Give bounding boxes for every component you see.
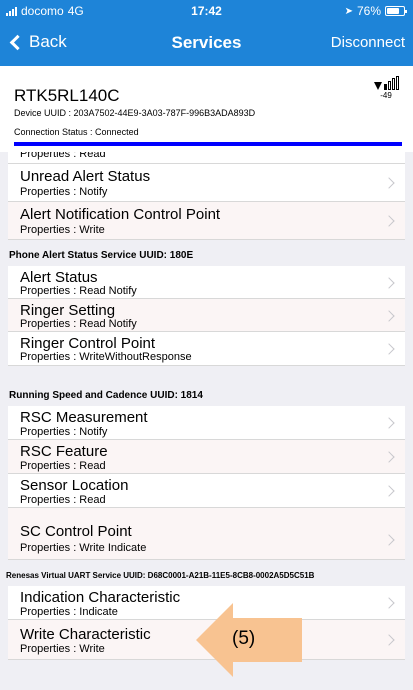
chevron-right-icon <box>383 451 395 463</box>
rssi-indicator: -49 <box>372 76 400 100</box>
service-header: Renesas Virtual UART Service UUID: D68C0… <box>0 566 413 586</box>
device-name: RTK5RL140C <box>14 86 120 105</box>
device-uuid: Device UUID : 203A7502-44E9-3A03-787F-99… <box>14 108 256 118</box>
status-right: ➤ 76% <box>344 4 407 18</box>
chevron-right-icon <box>383 215 395 227</box>
characteristic-name: Unread Alert Status <box>20 168 151 185</box>
battery-percent: 76% <box>356 4 381 18</box>
list-item[interactable]: RSC Measurement Properties : Notify <box>8 406 405 440</box>
signal-strength-icon <box>372 76 400 90</box>
chevron-right-icon <box>383 597 395 609</box>
characteristic-name: Ringer Control Point <box>20 335 156 352</box>
list-item[interactable]: Alert Notification Control Point Propert… <box>8 202 405 240</box>
characteristic-properties: Properties : Read <box>20 494 106 506</box>
characteristic-properties: Properties : Write <box>20 224 105 236</box>
list-item[interactable]: Ringer Setting Properties : Read Notify <box>8 299 405 332</box>
connection-status-bar <box>14 142 402 146</box>
characteristic-properties: Properties : Notify <box>20 426 108 438</box>
list-item[interactable]: Unread Alert Status Properties : Notify <box>8 164 405 202</box>
chevron-right-icon <box>383 343 395 355</box>
disconnect-button[interactable]: Disconnect <box>331 34 405 51</box>
chevron-right-icon <box>383 277 395 289</box>
characteristic-name: Indication Characteristic <box>20 589 181 606</box>
chevron-right-icon <box>383 485 395 497</box>
characteristic-name: Ringer Setting <box>20 302 116 319</box>
chevron-right-icon <box>383 417 395 429</box>
list-item[interactable]: Properties : Read <box>8 152 405 164</box>
chevron-right-icon <box>383 634 395 646</box>
annotation-label: (5) <box>232 628 256 649</box>
characteristic-properties: Properties : Notify <box>20 186 108 198</box>
characteristic-properties: Properties : Read <box>20 460 106 472</box>
rssi-value: -49 <box>380 91 392 100</box>
characteristic-name: SC Control Point <box>20 523 132 540</box>
list-item[interactable]: Ringer Control Point Properties : WriteW… <box>8 332 405 366</box>
battery-fill <box>387 8 399 14</box>
characteristic-name: RSC Measurement <box>20 409 148 426</box>
characteristic-name: Alert Notification Control Point <box>20 206 221 223</box>
status-bar: docomo 4G 17:42 ➤ 76% <box>0 0 413 22</box>
battery-icon <box>385 6 407 16</box>
chevron-right-icon <box>383 310 395 322</box>
device-info-card: RTK5RL140C -49 Device UUID : 203A7502-44… <box>0 66 413 152</box>
connection-status: Connection Status : Connected <box>14 127 139 137</box>
characteristic-name: Write Characteristic <box>20 626 151 643</box>
characteristic-properties: Properties : Write Indicate <box>20 542 147 554</box>
chevron-right-icon <box>383 534 395 546</box>
service-header: Phone Alert Status Service UUID: 180E <box>0 246 413 266</box>
characteristic-name: RSC Feature <box>20 443 108 460</box>
characteristic-properties: Properties : Read <box>20 152 106 160</box>
list-item[interactable]: SC Control Point Properties : Write Indi… <box>8 508 405 560</box>
navigation-bar: Back Services Disconnect <box>0 22 413 66</box>
characteristic-properties: Properties : Indicate <box>20 606 118 618</box>
characteristic-properties: Properties : Write <box>20 643 105 655</box>
list-item[interactable]: Alert Status Properties : Read Notify <box>8 266 405 299</box>
list-item[interactable]: RSC Feature Properties : Read <box>8 440 405 474</box>
characteristic-properties: Properties : Read Notify <box>20 318 137 330</box>
chevron-right-icon <box>383 177 395 189</box>
characteristic-properties: Properties : WriteWithoutResponse <box>20 351 192 363</box>
characteristic-name: Alert Status <box>20 269 98 286</box>
characteristic-name: Sensor Location <box>20 477 129 494</box>
location-icon: ➤ <box>344 5 353 17</box>
list-item[interactable]: Sensor Location Properties : Read <box>8 474 405 508</box>
characteristic-properties: Properties : Read Notify <box>20 285 137 297</box>
service-header: Running Speed and Cadence UUID: 1814 <box>0 386 413 406</box>
